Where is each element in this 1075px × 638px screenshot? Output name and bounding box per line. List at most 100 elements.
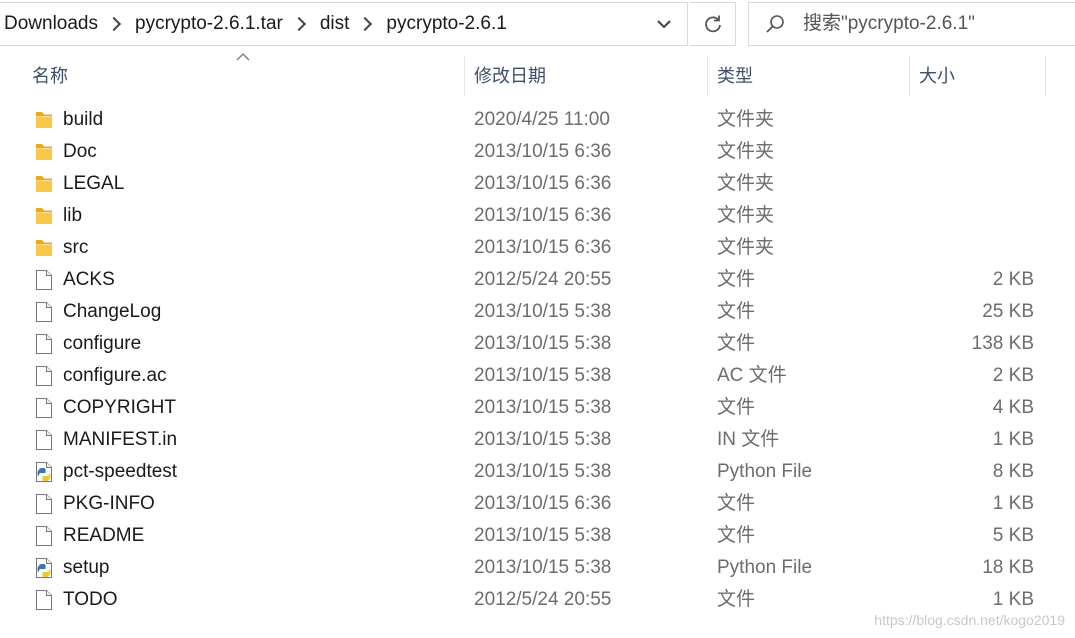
chevron-right-icon[interactable] xyxy=(291,16,306,32)
file-type: 文件夹 xyxy=(717,205,775,226)
file-row[interactable]: configure.ac 2013/10/15 5:38 AC 文件 2 KB xyxy=(0,360,1075,392)
breadcrumb-item-current[interactable]: pycrypto-2.6.1 xyxy=(386,2,506,46)
file-size: 4 KB xyxy=(992,397,1034,418)
file-type: 文件 xyxy=(717,525,756,546)
file-type: AC 文件 xyxy=(717,365,787,386)
file-list: build 2020/4/25 11:00 文件夹 Doc 2013/10/15 6:3… xyxy=(0,104,1075,616)
file-row[interactable]: MANIFEST.in 2013/10/15 5:38 IN 文件 1 KB xyxy=(0,424,1075,456)
file-icon xyxy=(34,493,54,515)
file-name: ChangeLog xyxy=(63,301,162,322)
file-date: 2013/10/15 5:38 xyxy=(474,365,612,386)
file-date: 2020/4/25 11:00 xyxy=(474,109,610,130)
column-header-name[interactable]: 名称 xyxy=(32,56,68,96)
file-date: 2013/10/15 6:36 xyxy=(474,493,612,514)
file-row[interactable]: pct-speedtest 2013/10/15 5:38 Python File 8… xyxy=(0,456,1075,488)
breadcrumb-item-tar[interactable]: pycrypto-2.6.1.tar xyxy=(135,2,283,46)
file-date: 2013/10/15 6:36 xyxy=(474,173,612,194)
folder-icon xyxy=(34,173,54,195)
search-icon xyxy=(749,3,801,45)
folder-icon xyxy=(34,141,54,163)
file-row[interactable]: ChangeLog 2013/10/15 5:38 文件 25 KB xyxy=(0,296,1075,328)
file-date: 2013/10/15 5:38 xyxy=(474,333,612,354)
file-date: 2013/10/15 5:38 xyxy=(474,525,612,546)
file-type: 文件 xyxy=(717,333,756,354)
file-size: 2 KB xyxy=(992,269,1034,290)
refresh-icon xyxy=(704,15,721,33)
file-size: 2 KB xyxy=(992,365,1034,386)
file-icon xyxy=(34,269,54,291)
breadcrumb: Downloads pycrypto-2.6.1.tar dist pycryp… xyxy=(0,3,641,45)
file-row[interactable]: setup 2013/10/15 5:38 Python File 18 KB xyxy=(0,552,1075,584)
column-header-type[interactable]: 类型 xyxy=(717,56,753,96)
navigation-bar: Downloads pycrypto-2.6.1.tar dist pycryp… xyxy=(0,0,1075,48)
file-date: 2013/10/15 6:36 xyxy=(474,205,612,226)
column-divider[interactable] xyxy=(707,56,708,96)
file-icon xyxy=(34,397,54,419)
file-row[interactable]: README 2013/10/15 5:38 文件 5 KB xyxy=(0,520,1075,552)
column-header-size[interactable]: 大小 xyxy=(919,56,955,96)
file-icon xyxy=(34,589,54,611)
folder-icon xyxy=(34,237,54,259)
file-type: 文件夹 xyxy=(717,109,775,130)
refresh-button[interactable] xyxy=(690,2,736,46)
file-name: configure.ac xyxy=(63,365,167,386)
file-icon xyxy=(34,525,54,547)
file-row[interactable]: LEGAL 2013/10/15 6:36 文件夹 xyxy=(0,168,1075,200)
file-icon xyxy=(34,301,54,323)
breadcrumb-item-downloads[interactable]: Downloads xyxy=(4,2,98,46)
file-row[interactable]: Doc 2013/10/15 6:36 文件夹 xyxy=(0,136,1075,168)
address-history-dropdown[interactable] xyxy=(641,3,687,45)
file-name: configure xyxy=(63,333,142,354)
file-date: 2012/5/24 20:55 xyxy=(474,589,612,610)
file-size: 1 KB xyxy=(992,429,1034,450)
file-date: 2012/5/24 20:55 xyxy=(474,269,612,290)
file-size: 8 KB xyxy=(992,461,1034,482)
file-name: pct-speedtest xyxy=(63,461,178,482)
file-size: 1 KB xyxy=(992,493,1034,514)
address-bar[interactable]: Downloads pycrypto-2.6.1.tar dist pycryp… xyxy=(0,2,688,46)
file-size: 138 KB xyxy=(971,333,1034,354)
watermark: https://blog.csdn.net/kogo2019 xyxy=(874,612,1065,628)
file-row[interactable]: lib 2013/10/15 6:36 文件夹 xyxy=(0,200,1075,232)
python-file-icon xyxy=(34,461,54,483)
folder-icon xyxy=(34,109,54,131)
file-row[interactable]: src 2013/10/15 6:36 文件夹 xyxy=(0,232,1075,264)
file-row[interactable]: ACKS 2012/5/24 20:55 文件 2 KB xyxy=(0,264,1075,296)
file-name: lib xyxy=(63,205,83,226)
column-divider[interactable] xyxy=(1045,56,1046,96)
chevron-right-icon[interactable] xyxy=(106,16,122,32)
file-type: Python File xyxy=(717,557,813,578)
file-size: 5 KB xyxy=(992,525,1034,546)
column-divider[interactable] xyxy=(464,56,465,96)
file-date: 2013/10/15 5:38 xyxy=(474,461,612,482)
python-file-icon xyxy=(34,557,54,579)
chevron-down-icon xyxy=(657,20,671,29)
search-input[interactable] xyxy=(801,12,1065,36)
file-date: 2013/10/15 5:38 xyxy=(474,397,612,418)
file-type: 文件夹 xyxy=(717,173,775,194)
file-icon xyxy=(34,365,54,387)
column-divider[interactable] xyxy=(909,56,910,96)
file-row[interactable]: COPYRIGHT 2013/10/15 5:38 文件 4 KB xyxy=(0,392,1075,424)
chevron-right-icon[interactable] xyxy=(358,16,373,32)
file-row[interactable]: build 2020/4/25 11:00 文件夹 xyxy=(0,104,1075,136)
file-name: README xyxy=(63,525,145,546)
file-name: MANIFEST.in xyxy=(63,429,178,450)
file-type: 文件夹 xyxy=(717,237,775,258)
file-name: COPYRIGHT xyxy=(63,397,176,418)
file-name: build xyxy=(63,109,104,130)
file-row[interactable]: PKG-INFO 2013/10/15 6:36 文件 1 KB xyxy=(0,488,1075,520)
file-type: 文件夹 xyxy=(717,141,775,162)
file-type: Python File xyxy=(717,461,813,482)
file-date: 2013/10/15 5:38 xyxy=(474,557,612,578)
file-icon xyxy=(34,429,54,451)
file-row[interactable]: configure 2013/10/15 5:38 文件 138 KB xyxy=(0,328,1075,360)
file-date: 2013/10/15 6:36 xyxy=(474,141,612,162)
breadcrumb-item-dist[interactable]: dist xyxy=(320,2,350,46)
sort-ascending-icon xyxy=(236,53,250,61)
file-name: TODO xyxy=(63,589,118,610)
file-type: 文件 xyxy=(717,589,756,610)
file-name: LEGAL xyxy=(63,173,125,194)
search-box[interactable] xyxy=(748,2,1075,46)
column-header-date[interactable]: 修改日期 xyxy=(474,56,546,96)
